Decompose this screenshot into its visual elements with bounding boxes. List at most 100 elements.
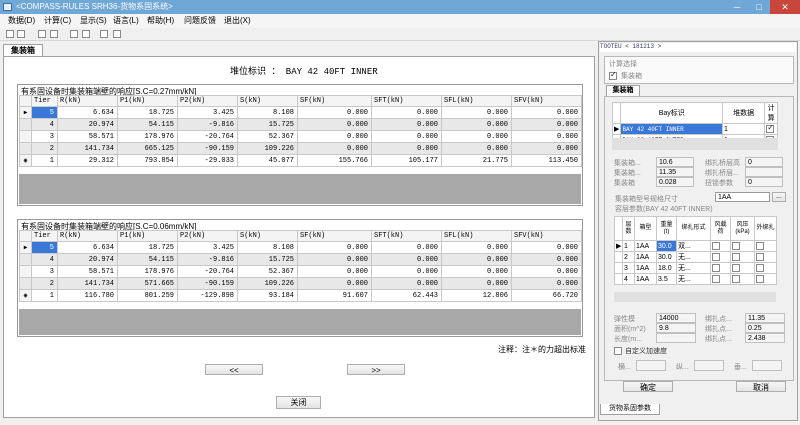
tier-column-header[interactable] [614, 216, 623, 241]
settings-icon[interactable] [100, 30, 108, 38]
tier-checkbox-cell[interactable] [754, 251, 777, 263]
table-row[interactable]: ◉ 1 29.312 793.854 -29.033 45.077 155.766 105.1… [19, 154, 582, 167]
tier-column-header[interactable]: 外绑扎 [754, 216, 777, 241]
doc-icon[interactable] [38, 30, 46, 38]
open-icon[interactable] [6, 30, 14, 38]
tab-cargo-params[interactable]: 货物系固参数 [600, 404, 660, 415]
tier-lashing-dropdown[interactable]: 双... [676, 240, 711, 252]
table-row[interactable]: 2 141.734 571.665 -90.159 109.226 0.000 0.000 0… [19, 277, 582, 290]
menu-language[interactable]: 语言(L) [113, 15, 139, 27]
column-header[interactable] [19, 95, 32, 107]
column-header[interactable]: Tier [31, 230, 58, 242]
tier-row[interactable]: 3 1AA 18.0 无... [614, 262, 777, 274]
field-value[interactable] [745, 167, 783, 177]
column-header[interactable]: Tier [31, 95, 58, 107]
tier-checkbox-cell[interactable] [730, 240, 755, 252]
bay-row[interactable]: ▶ BAY 42 40FT INNER 1 [611, 123, 778, 135]
menu-exit[interactable]: 退出(X) [224, 15, 251, 27]
field-value[interactable]: 0.25 [745, 323, 785, 333]
tier-checkbox-cell[interactable] [754, 273, 777, 285]
column-header[interactable]: SFV(kN) [511, 230, 582, 242]
tier-row[interactable]: 4 1AA 3.5 无... [614, 273, 777, 285]
print-icon[interactable] [82, 30, 90, 38]
field-value[interactable]: 11.35 [745, 313, 785, 323]
type-dropdown[interactable]: 1AA [715, 192, 770, 202]
tier-weight-cell[interactable]: 30.0 [656, 240, 677, 252]
tier-type-dropdown[interactable]: 1AA [634, 251, 657, 263]
field-value[interactable]: 11.35 [656, 167, 694, 177]
field-value[interactable]: 14000 [656, 313, 696, 323]
table-row[interactable]: 4 20.974 54.115 -9.816 15.725 0.000 0.000 0.000… [19, 118, 582, 131]
tier-checkbox-cell[interactable] [730, 251, 755, 263]
prev-button[interactable]: << [205, 364, 263, 375]
menu-data[interactable]: 数据(D) [8, 15, 35, 27]
column-header[interactable]: P2(kN) [177, 230, 238, 242]
tier-row[interactable]: ▶ 1 1AA 30.0 双... [614, 240, 777, 252]
column-header[interactable]: SF(kN) [297, 95, 372, 107]
calc-container-checkbox[interactable] [609, 70, 617, 80]
save-icon[interactable] [17, 30, 25, 38]
column-header[interactable]: S(kN) [237, 95, 298, 107]
table-row[interactable]: ◉ 1 116.780 801.259 -129.898 93.184 91.607 62.4… [19, 289, 582, 302]
tier-type-dropdown[interactable]: 1AA [634, 262, 657, 274]
tier-weight-cell[interactable]: 30.0 [656, 251, 677, 263]
tier-weight-cell[interactable]: 18.0 [656, 262, 677, 274]
field-value[interactable]: 2.438 [745, 333, 785, 343]
tier-column-header[interactable]: 风压(kPa) [730, 216, 755, 241]
tier-column-header[interactable]: 重量(t) [656, 216, 677, 241]
tier-checkbox-cell[interactable] [710, 251, 731, 263]
bay-column-header[interactable] [611, 102, 622, 124]
menu-display[interactable]: 显示(S) [80, 15, 107, 27]
column-header[interactable]: SFL(kN) [441, 95, 512, 107]
right-tab-container[interactable]: 集装箱 [606, 85, 640, 96]
table-row[interactable]: 3 58.571 178.976 -20.764 52.367 0.000 0.000 0.0… [19, 130, 582, 143]
bay-column-header[interactable]: 堆数据 [721, 102, 766, 124]
tier-column-header[interactable]: 层数 [622, 216, 635, 241]
column-header[interactable]: SFT(kN) [371, 95, 442, 107]
column-header[interactable]: P1(kN) [117, 95, 178, 107]
tier-weight-cell[interactable]: 3.5 [656, 273, 677, 285]
column-header[interactable]: SFL(kN) [441, 230, 512, 242]
field-value[interactable]: 9.8 [656, 323, 696, 333]
column-header[interactable]: SFV(kN) [511, 95, 582, 107]
next-button[interactable]: >> [347, 364, 405, 375]
tier-type-dropdown[interactable]: 1AA [634, 240, 657, 252]
accel-field[interactable] [694, 360, 724, 371]
field-value[interactable]: 10.6 [656, 157, 694, 167]
bay-column-header[interactable]: Bay标识 [620, 102, 723, 124]
table-row[interactable]: 4 20.974 54.115 -9.816 15.725 0.000 0.000 0.000… [19, 253, 582, 266]
column-header[interactable]: R(kN) [57, 95, 118, 107]
type-more-button[interactable]: ... [772, 192, 786, 202]
report-icon[interactable] [70, 30, 78, 38]
close-button[interactable]: 关闭 [276, 396, 321, 409]
tier-column-header[interactable]: 箱型 [634, 216, 657, 241]
tier-checkbox-cell[interactable] [730, 262, 755, 274]
accel-field[interactable] [752, 360, 782, 371]
bay-num-cell[interactable]: 1 [721, 123, 766, 135]
column-header[interactable]: P2(kN) [177, 95, 238, 107]
tier-row[interactable]: 2 1AA 30.0 无... [614, 251, 777, 263]
accel-field[interactable] [636, 360, 666, 371]
column-header[interactable] [19, 230, 32, 242]
cancel-button[interactable]: 取消 [736, 381, 786, 392]
tier-lashing-dropdown[interactable]: 无... [676, 273, 711, 285]
field-value[interactable]: 0 [745, 157, 783, 167]
menu-feedback[interactable]: 问题反馈 [184, 15, 216, 27]
ok-button[interactable]: 确定 [623, 381, 673, 392]
column-header[interactable]: SFT(kN) [371, 230, 442, 242]
column-header[interactable]: P1(kN) [117, 230, 178, 242]
menu-help[interactable]: 帮助(H) [147, 15, 174, 27]
doc2-icon[interactable] [50, 30, 58, 38]
tier-checkbox-cell[interactable] [730, 273, 755, 285]
custom-accel-checkbox[interactable] [614, 346, 622, 355]
field-value[interactable]: 0 [745, 177, 783, 187]
bay-column-header[interactable]: 计算 [764, 102, 778, 124]
tier-checkbox-cell[interactable] [754, 262, 777, 274]
delete-icon[interactable] [113, 30, 121, 38]
field-value[interactable] [656, 333, 696, 343]
field-value[interactable]: 0.028 [656, 177, 694, 187]
tier-checkbox-cell[interactable] [710, 273, 731, 285]
close-window-button[interactable]: ✕ [770, 0, 800, 14]
tier-type-dropdown[interactable]: 1AA [634, 273, 657, 285]
tier-checkbox-cell[interactable] [710, 240, 731, 252]
